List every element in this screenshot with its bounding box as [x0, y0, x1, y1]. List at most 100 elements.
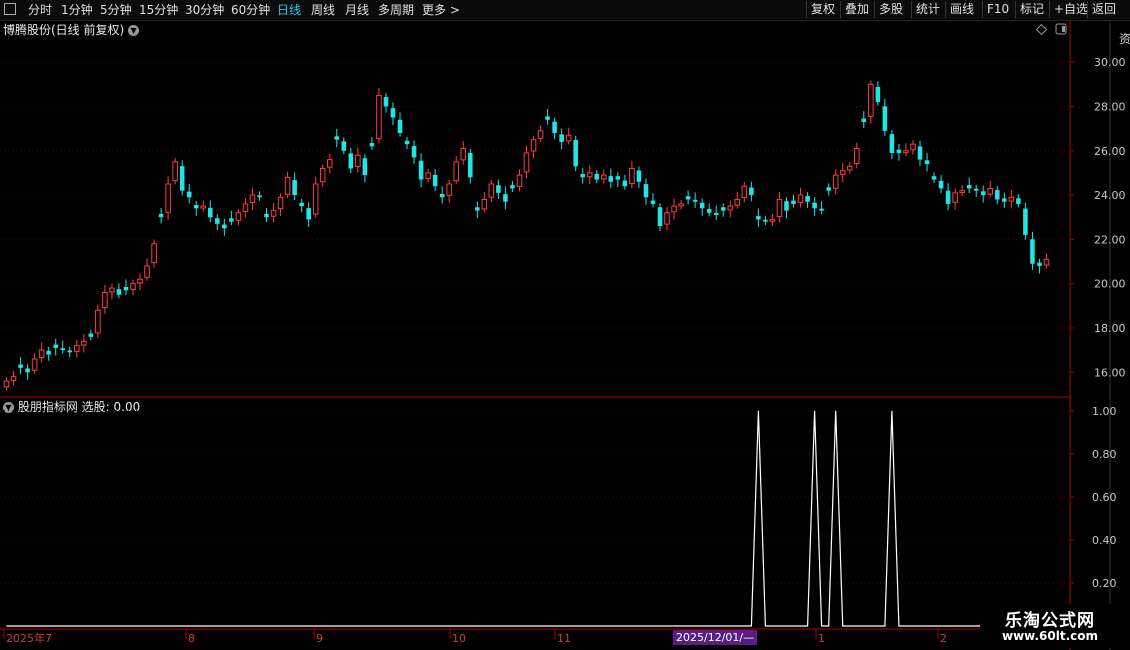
price-tick-label: 22.00 — [1094, 233, 1126, 246]
candle-body — [292, 180, 297, 196]
indicator-gridlines — [0, 410, 1070, 584]
candle-body — [3, 380, 10, 388]
candle-body — [446, 183, 452, 196]
candle-body — [95, 309, 101, 334]
signal-line — [6, 410, 1054, 627]
candle-body — [73, 345, 80, 352]
candle-body — [516, 174, 523, 187]
diamond-icon — [1035, 23, 1048, 36]
price-tick-label: 20.00 — [1094, 278, 1126, 291]
candle-body — [475, 207, 480, 211]
candle-body — [1016, 198, 1021, 204]
candle-body — [903, 150, 909, 154]
candle-body — [193, 205, 199, 209]
indicator-tick-label: 0.20 — [1092, 577, 1117, 590]
candle-body — [18, 364, 23, 368]
candle-body — [853, 148, 860, 165]
price-axis: 16.00 18.00 20.00 22.00 24.00 26.00 28.00 30.00 — [1070, 56, 1126, 379]
candle-body — [832, 174, 839, 189]
candle-body — [763, 219, 768, 222]
price-tick-label: 18.00 — [1094, 322, 1126, 335]
candle-body — [1023, 208, 1028, 235]
candle-body — [299, 202, 304, 207]
candle-body — [31, 358, 38, 371]
candle-body — [756, 216, 761, 220]
candle-body — [411, 146, 417, 158]
indicator-tick-label: 0.80 — [1092, 448, 1117, 461]
candle-body — [208, 207, 213, 218]
candle-body — [468, 152, 473, 178]
candle-body — [594, 173, 600, 180]
candle-body — [826, 187, 831, 191]
candle-body — [938, 180, 944, 189]
date-tick-label: 9 — [316, 632, 323, 645]
indicator-tick-label: 1.00 — [1092, 405, 1117, 418]
candle-body — [229, 218, 234, 222]
candle-body — [917, 146, 923, 160]
candle-body — [67, 350, 73, 353]
candle-body — [931, 176, 937, 180]
candle-body — [601, 174, 607, 180]
panel-icons — [1035, 23, 1067, 36]
candle-body — [846, 165, 853, 171]
candle-body — [784, 201, 789, 211]
indicator-tick-label: 0.60 — [1092, 491, 1117, 504]
candle-body — [973, 188, 979, 191]
candle-body — [882, 106, 888, 131]
candle-body — [734, 198, 741, 206]
date-axis: 2025年7 8 9 10 11 1 2 — [3, 629, 947, 645]
candle-body — [439, 193, 445, 198]
candle-body — [839, 170, 846, 175]
candle-body — [179, 166, 185, 191]
candle-body — [622, 180, 628, 187]
candle-body — [116, 289, 122, 295]
candle-body — [270, 210, 277, 217]
candle-body — [355, 154, 361, 167]
candle-body — [699, 202, 705, 209]
candle-body — [453, 161, 460, 182]
candle-body — [678, 203, 684, 207]
candle-body — [608, 176, 614, 182]
candle-body — [425, 172, 431, 180]
price-tick-label: 16.00 — [1094, 366, 1126, 379]
candle-body — [242, 203, 249, 212]
candle-body — [868, 83, 874, 117]
candle-body — [362, 158, 368, 176]
candle-body — [1002, 198, 1007, 202]
candle-body — [130, 283, 136, 290]
candle-body — [615, 176, 621, 180]
watermark-title: 乐淘公式网 — [1005, 611, 1095, 631]
candle-body — [306, 208, 311, 220]
candle-body — [186, 191, 192, 198]
candle-body — [341, 141, 347, 151]
candles — [3, 80, 1050, 391]
price-tick-label: 28.00 — [1094, 100, 1126, 113]
candle-body — [819, 208, 824, 211]
candle-body — [151, 243, 157, 264]
candle-body — [791, 200, 796, 204]
candle-body — [25, 368, 30, 373]
candle-body — [235, 212, 242, 221]
candle-body — [565, 134, 572, 142]
date-tick-label: 11 — [557, 632, 571, 645]
candle-body — [158, 213, 164, 218]
candle-body — [257, 195, 262, 198]
candle-body — [319, 167, 326, 183]
candle-body — [980, 191, 986, 196]
candle-body — [987, 187, 994, 195]
candle-body — [326, 159, 333, 168]
kline-chart[interactable]: 16.00 18.00 20.00 22.00 24.00 26.00 28.00 30.00… — [0, 0, 1130, 650]
candle-body — [503, 194, 508, 202]
candle-body — [573, 139, 578, 167]
candle-body — [60, 348, 66, 351]
candle-body — [875, 86, 881, 103]
candle-body — [215, 218, 220, 224]
candle-body — [945, 190, 951, 204]
candle-body — [277, 196, 284, 210]
candle-body — [530, 139, 537, 152]
candle-body — [200, 205, 207, 209]
date-tick-label: 2 — [940, 632, 947, 645]
candle-body — [264, 213, 269, 218]
candle-body — [334, 136, 340, 140]
candle-body — [580, 174, 585, 178]
